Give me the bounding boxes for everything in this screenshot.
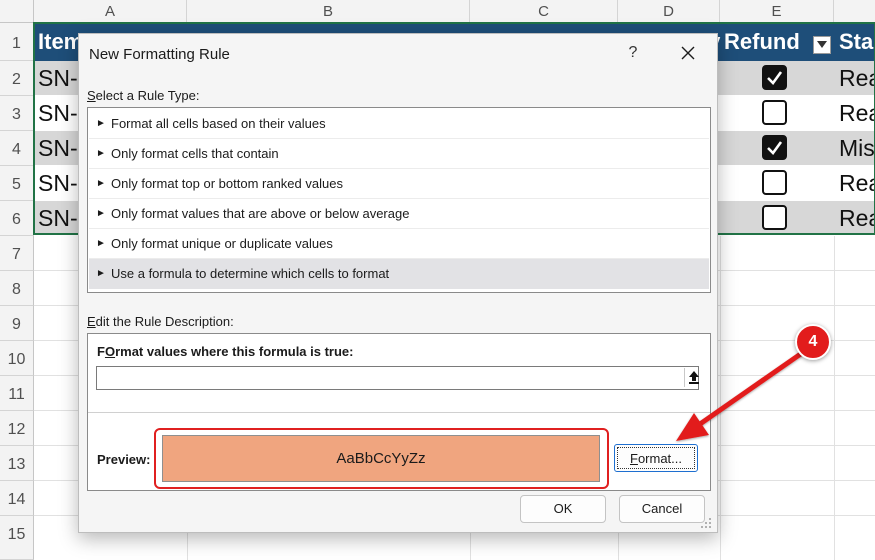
rule-type-label: Only format values that are above or bel…	[111, 206, 410, 221]
rule-type-item-selected[interactable]: ► Use a formula to determine which cells …	[89, 259, 709, 289]
preview-label: Preview:	[97, 452, 151, 467]
mnemonic-letter: S	[87, 88, 96, 103]
ok-button[interactable]: OK	[520, 495, 606, 523]
row-header-6[interactable]: 6	[0, 201, 34, 236]
format-button[interactable]: Format...	[614, 444, 698, 472]
formula-input[interactable]	[96, 366, 699, 390]
bullet-arrow-icon: ►	[96, 268, 106, 279]
column-header-b[interactable]: B	[187, 0, 470, 23]
rule-type-label: Only format cells that contain	[111, 146, 279, 161]
rule-type-label: Use a formula to determine which cells t…	[111, 266, 390, 281]
mnemonic-letter: F	[629, 451, 638, 466]
item-id-cell[interactable]: SN-	[38, 61, 78, 96]
rule-type-item[interactable]: ► Only format top or bottom ranked values	[89, 169, 709, 199]
row-header-1[interactable]: 1	[0, 23, 34, 61]
status-cell[interactable]: Rea	[839, 166, 875, 201]
refund-checkbox[interactable]	[762, 100, 787, 125]
column-header-f[interactable]	[834, 0, 875, 23]
mnemonic-letter: E	[87, 314, 96, 329]
step-number-badge: 4	[795, 324, 831, 360]
row-header-12[interactable]: 12	[0, 411, 34, 446]
label-text: elect a Rule Type:	[95, 88, 200, 103]
close-button[interactable]	[675, 40, 701, 66]
row-header-14[interactable]: 14	[0, 481, 34, 516]
row-header-5[interactable]: 5	[0, 166, 34, 201]
select-rule-type-label: Select a Rule Type:	[87, 88, 200, 103]
row-header-8[interactable]: 8	[0, 271, 34, 306]
column-header-e[interactable]: E	[720, 0, 834, 23]
rule-type-item[interactable]: ► Only format cells that contain	[89, 139, 709, 169]
rule-description-panel: FOrmat values where this formula is true…	[87, 333, 711, 491]
label-text: dit the Rule Description:	[95, 314, 234, 329]
refund-checkbox[interactable]	[762, 65, 787, 90]
cancel-button[interactable]: Cancel	[619, 495, 705, 523]
column-header-a[interactable]: A	[34, 0, 187, 23]
column-header-d[interactable]: D	[618, 0, 720, 23]
dialog-title: New Formatting Rule	[89, 46, 230, 63]
item-id-cell[interactable]: SN-	[38, 201, 78, 236]
checkmark-icon	[767, 141, 783, 155]
bullet-arrow-icon: ►	[96, 178, 106, 189]
row-header-13[interactable]: 13	[0, 446, 34, 481]
rule-type-item[interactable]: ► Only format unique or duplicate values	[89, 229, 709, 259]
row-header-15[interactable]: 15	[0, 516, 34, 560]
status-cell[interactable]: Rea	[839, 201, 875, 236]
resize-grip-icon[interactable]	[699, 516, 713, 530]
row-header-11[interactable]: 11	[0, 376, 34, 411]
bullet-arrow-icon: ►	[96, 148, 106, 159]
bullet-arrow-icon: ►	[96, 118, 106, 129]
row-header-2[interactable]: 2	[0, 61, 34, 96]
refund-checkbox[interactable]	[762, 170, 787, 195]
row-header-7[interactable]: 7	[0, 236, 34, 271]
row-header-9[interactable]: 9	[0, 306, 34, 341]
divider	[88, 412, 710, 413]
item-id-cell[interactable]: SN-	[38, 131, 78, 166]
item-id-cell[interactable]: SN-	[38, 96, 78, 131]
status-cell[interactable]: Rea	[839, 61, 875, 96]
status-cell[interactable]: Rea	[839, 96, 875, 131]
item-id-cell[interactable]: SN-	[38, 166, 78, 201]
row-header-3[interactable]: 3	[0, 96, 34, 131]
edit-rule-description-label: Edit the Rule Description:	[87, 314, 234, 329]
mnemonic-letter: O	[104, 344, 116, 359]
rule-type-list[interactable]: ► Format all cells based on their values …	[87, 107, 711, 293]
label-text: F	[97, 344, 105, 359]
refund-checkbox[interactable]	[762, 135, 787, 160]
close-icon	[681, 46, 695, 60]
label-text: rmat values where this formula is true:	[115, 344, 354, 359]
new-formatting-rule-dialog: New Formatting Rule ? Select a Rule Type…	[78, 33, 718, 533]
help-button[interactable]: ?	[623, 42, 643, 64]
rule-type-item[interactable]: ► Only format values that are above or be…	[89, 199, 709, 229]
rule-type-item[interactable]: ► Format all cells based on their values	[89, 109, 709, 139]
select-all-corner[interactable]	[0, 0, 34, 23]
formula-label: FOrmat values where this formula is true…	[97, 344, 353, 359]
refund-checkbox[interactable]	[762, 205, 787, 230]
row-header-10[interactable]: 10	[0, 341, 34, 376]
bullet-arrow-icon: ►	[96, 208, 106, 219]
focus-ring: Format...	[617, 447, 695, 469]
button-label: ormat...	[637, 451, 683, 466]
rule-type-label: Only format top or bottom ranked values	[111, 176, 343, 191]
checkmark-icon	[767, 71, 783, 85]
bullet-arrow-icon: ►	[96, 238, 106, 249]
filter-dropdown-button[interactable]	[813, 36, 831, 54]
table-header-status[interactable]: Sta	[839, 23, 873, 61]
row-header-4[interactable]: 4	[0, 131, 34, 166]
preview-swatch: AaBbCcYyZz	[162, 435, 600, 482]
rule-type-label: Format all cells based on their values	[111, 116, 326, 131]
rule-type-label: Only format unique or duplicate values	[111, 236, 333, 251]
status-cell[interactable]: Mis	[839, 131, 875, 166]
column-header-c[interactable]: C	[470, 0, 618, 23]
chevron-down-icon	[817, 41, 827, 48]
table-header-refund[interactable]: Refund	[724, 23, 800, 61]
